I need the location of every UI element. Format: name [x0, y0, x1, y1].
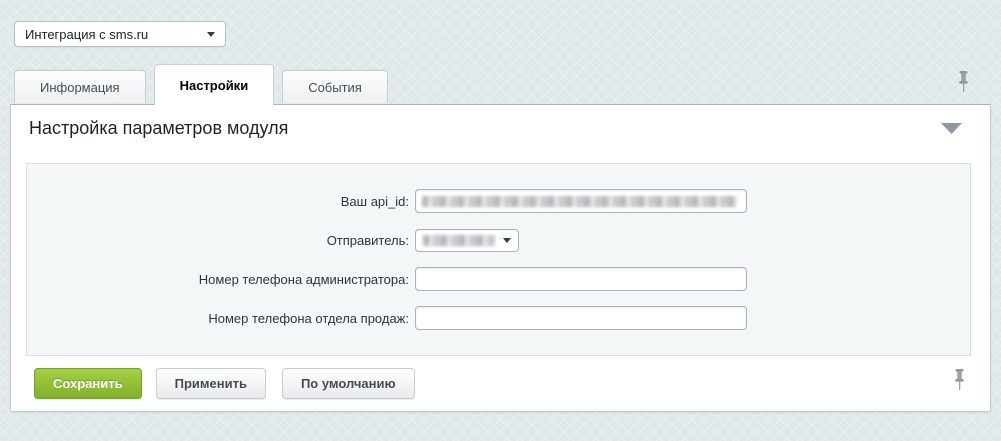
tab-events[interactable]: События — [282, 70, 388, 103]
redacted-value — [423, 235, 495, 246]
module-settings-screen: Интеграция с sms.ru Информация Настройки… — [0, 0, 1001, 441]
caret-down-icon — [207, 32, 215, 37]
pushpin-icon[interactable] — [957, 71, 970, 99]
chevron-down-icon[interactable] — [941, 123, 962, 134]
default-button[interactable]: По умолчанию — [282, 368, 415, 399]
form-row-admin-phone: Номер телефона администратора: — [27, 267, 970, 291]
form-row-sales-phone: Номер телефона отдела продаж: — [27, 306, 970, 330]
tab-bar: Информация Настройки События — [14, 64, 396, 105]
caret-down-icon — [503, 238, 511, 243]
settings-panel: Настройка параметров модуля Ваш api_id: … — [10, 104, 991, 412]
module-parameters-form: Ваш api_id: Отправитель: Номер телефона … — [26, 163, 971, 356]
form-row-sender: Отправитель: — [27, 228, 970, 252]
apply-button[interactable]: Применить — [156, 368, 266, 399]
sales-phone-input[interactable] — [415, 306, 747, 330]
section-header: Настройка параметров модуля — [29, 118, 972, 139]
section-title: Настройка параметров модуля — [29, 118, 288, 139]
form-footer: Сохранить Применить По умолчанию — [34, 368, 431, 399]
form-row-api-id: Ваш api_id: — [27, 189, 970, 213]
tab-settings-label: Настройки — [180, 78, 249, 93]
admin-phone-input[interactable] — [415, 267, 747, 291]
tab-events-label: События — [308, 80, 362, 95]
sender-select[interactable] — [415, 229, 519, 252]
module-selector-value: Интеграция с sms.ru — [25, 27, 148, 42]
tab-information[interactable]: Информация — [14, 70, 146, 103]
sales-phone-label: Номер телефона отдела продаж: — [27, 311, 415, 326]
pushpin-icon[interactable] — [953, 369, 966, 397]
tab-information-label: Информация — [40, 80, 120, 95]
module-selector-dropdown[interactable]: Интеграция с sms.ru — [14, 21, 226, 47]
api-id-label: Ваш api_id: — [27, 194, 415, 209]
redacted-value — [422, 196, 737, 207]
admin-phone-label: Номер телефона администратора: — [27, 272, 415, 287]
tab-settings[interactable]: Настройки — [154, 64, 275, 105]
sender-label: Отправитель: — [27, 233, 415, 248]
save-button[interactable]: Сохранить — [34, 368, 142, 399]
api-id-input[interactable] — [415, 189, 747, 213]
